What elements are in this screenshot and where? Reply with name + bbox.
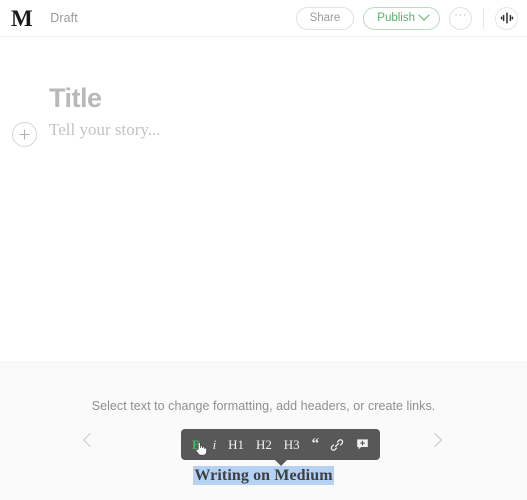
add-block-button[interactable] [12,122,37,147]
story-title-input[interactable]: Title [49,85,102,112]
chevron-down-icon [418,9,430,21]
publish-button-label: Publish [377,12,415,24]
heading-3-icon: H3 [283,437,300,452]
link-icon [330,438,344,451]
bold-button[interactable]: B [192,435,207,456]
formatting-tip-panel: Select text to change formatting, add he… [0,362,527,500]
draft-status-label: Draft [50,11,78,25]
ellipsis-icon: ··· [454,9,467,21]
sample-selected-text[interactable]: Writing on Medium [0,466,527,485]
publish-button[interactable]: Publish [363,6,440,30]
story-body-input[interactable]: Tell your story... [49,121,161,138]
prev-tip-button[interactable] [78,429,100,451]
avatar[interactable] [495,6,518,30]
more-options-button[interactable]: ··· [449,6,472,30]
medium-m-logo[interactable]: M [11,7,33,30]
avatar-sparkle-icon [500,12,513,24]
link-button[interactable] [330,435,344,455]
formatting-toolbar: B i H1 H2 H3 “ [181,429,380,466]
plus-circle-icon [19,129,30,140]
next-tip-button[interactable] [427,429,449,451]
chevron-left-icon [82,432,98,448]
header-actions: Share Publish ··· [295,6,518,30]
bold-icon: B [192,437,201,452]
blockquote-button[interactable]: “ [312,435,319,455]
app-header: M Draft Share Publish ··· [0,0,527,37]
header-divider [483,7,484,29]
editor-canvas[interactable]: Title Tell your story... [0,37,527,362]
chevron-right-icon [427,432,443,448]
add-note-button[interactable] [356,435,369,455]
heading-1-button[interactable]: H1 [228,435,244,455]
quote-icon: “ [311,436,319,452]
tip-message: Select text to change formatting, add he… [91,399,436,413]
share-button[interactable]: Share [295,6,355,30]
italic-icon: i [212,437,217,452]
heading-3-button[interactable]: H3 [284,435,300,455]
heading-2-button[interactable]: H2 [256,435,272,455]
heading-2-icon: H2 [255,437,272,452]
selected-text-highlight: Writing on Medium [193,466,334,485]
add-note-icon [357,439,368,450]
italic-button[interactable]: i [213,435,217,455]
heading-1-icon: H1 [228,437,245,452]
